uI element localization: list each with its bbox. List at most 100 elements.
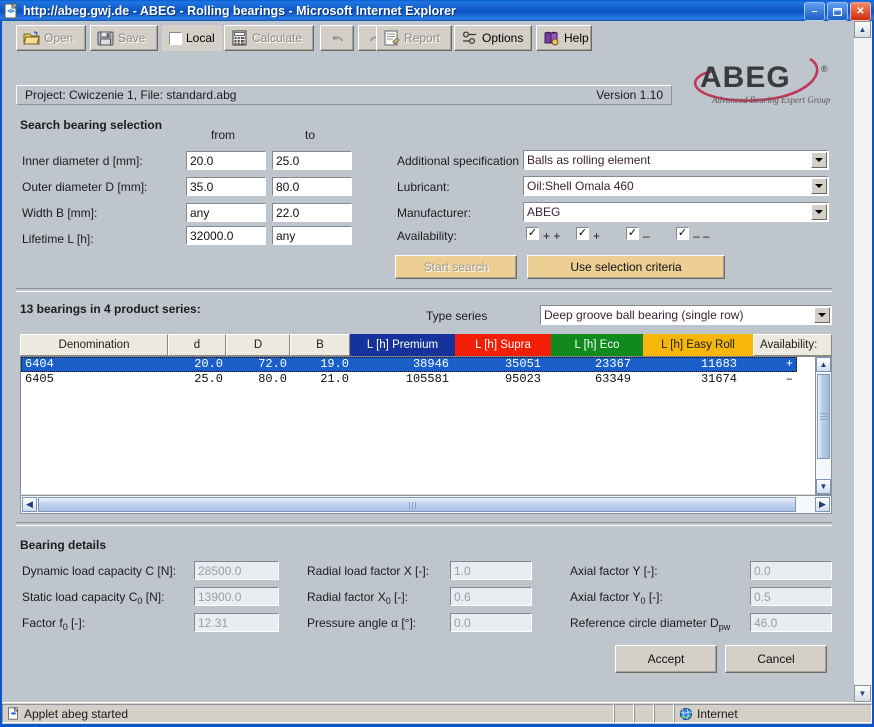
- availability-label-plus: +: [593, 229, 601, 243]
- axial-factor-y-field[interactable]: 0.0: [750, 561, 832, 580]
- results-count: 13 bearings in 4 product series:: [20, 302, 201, 316]
- ie-page-icon: [3, 2, 19, 19]
- title-bar[interactable]: http://abeg.gwj.de - ABEG - Rolling bear…: [0, 0, 874, 21]
- report-button[interactable]: Report: [376, 25, 452, 51]
- accept-button[interactable]: Accept: [615, 645, 717, 673]
- lubricant-select[interactable]: Oil:Shell Omala 460: [523, 176, 829, 196]
- col-d[interactable]: d: [168, 334, 226, 356]
- inner-diameter-label: Inner diameter d [mm]:: [22, 154, 143, 168]
- scroll-left-icon[interactable]: ◀: [22, 497, 37, 512]
- column-header-from: from: [211, 128, 235, 142]
- page-scroll-up-icon[interactable]: ▲: [854, 21, 871, 38]
- axial-factor-y0-field[interactable]: 0.5: [750, 587, 832, 606]
- reference-circle-diameter-field[interactable]: 46.0: [750, 613, 832, 632]
- chevron-down-icon[interactable]: [811, 152, 827, 168]
- pressure-angle-field[interactable]: 0.0: [450, 613, 532, 632]
- width-to-input[interactable]: 22.0: [272, 203, 352, 222]
- lifetime-to-input[interactable]: any: [272, 226, 352, 245]
- undo-button[interactable]: [320, 25, 354, 51]
- page-scrollbar[interactable]: ▲ ▼: [853, 21, 872, 702]
- availability-checkbox-minus[interactable]: ✓: [626, 227, 639, 240]
- manufacturer-select[interactable]: ABEG: [523, 202, 829, 222]
- outer-diameter-from-input[interactable]: 35.0: [186, 177, 266, 196]
- inner-diameter-from-input[interactable]: 20.0: [186, 151, 266, 170]
- report-icon: [383, 30, 400, 46]
- dynamic-load-capacity-field[interactable]: 28500.0: [194, 561, 279, 580]
- radial-load-factor-x-field[interactable]: 1.0: [450, 561, 532, 580]
- lifetime-label: Lifetime L [h]:: [22, 232, 94, 246]
- availability-checkbox-minusminus[interactable]: ✓: [676, 227, 689, 240]
- width-from-input[interactable]: any: [186, 203, 266, 222]
- project-bar: Project: Cwiczenie 1, File: standard.abg…: [16, 85, 672, 105]
- width-label: Width B [mm]:: [22, 206, 98, 220]
- ie-page-icon: [7, 707, 20, 720]
- options-button[interactable]: Options: [454, 25, 532, 51]
- grid-vertical-scrollbar[interactable]: ▲ ▼: [815, 356, 832, 495]
- abeg-logo: ABEG ® Advanced Bearing Expert Group: [690, 55, 840, 111]
- cell-supra: 95023: [504, 372, 541, 386]
- results-grid[interactable]: 6404 20.0 72.0 19.0 38946 35051 23367 11…: [20, 356, 832, 495]
- col-supra[interactable]: L [h] Supra: [455, 334, 551, 356]
- cell-D: 72.0: [258, 357, 287, 371]
- open-button[interactable]: Open: [16, 25, 86, 51]
- cell-D: 80.0: [258, 372, 287, 386]
- minimize-button[interactable]: –: [804, 2, 825, 21]
- chevron-down-icon[interactable]: [811, 204, 827, 220]
- chevron-down-icon[interactable]: [811, 178, 827, 194]
- start-search-button[interactable]: Start search: [395, 255, 517, 279]
- undo-icon: [329, 30, 346, 46]
- outer-diameter-label: Outer diameter D [mm]:: [22, 180, 148, 194]
- page-scroll-down-icon[interactable]: ▼: [854, 685, 871, 702]
- options-icon: [461, 30, 478, 46]
- vertical-scroll-thumb[interactable]: [817, 374, 830, 459]
- manufacturer-label: Manufacturer:: [397, 206, 472, 220]
- scroll-right-icon[interactable]: ▶: [815, 497, 830, 512]
- static-load-capacity-label: Static load capacity C0 [N]:: [22, 590, 165, 606]
- col-denomination[interactable]: Denomination: [20, 334, 168, 356]
- local-checkbox-label: Local: [186, 31, 215, 45]
- close-button[interactable]: ✕: [850, 2, 871, 21]
- availability-checkbox-plus[interactable]: ✓: [576, 227, 589, 240]
- col-B[interactable]: B: [290, 334, 350, 356]
- details-heading: Bearing details: [20, 538, 107, 552]
- col-D[interactable]: D: [226, 334, 290, 356]
- static-load-capacity-field[interactable]: 13900.0: [194, 587, 279, 606]
- reference-circle-diameter-label: Reference circle diameter Dpw: [570, 616, 731, 632]
- factor-f0-field[interactable]: 12.31: [194, 613, 279, 632]
- cell-d: 25.0: [194, 372, 223, 386]
- availability-checkbox-plusplus[interactable]: ✓: [526, 227, 539, 240]
- project-text: Project: Cwiczenie 1, File: standard.abg: [25, 88, 237, 102]
- browser-window: http://abeg.gwj.de - ABEG - Rolling bear…: [0, 0, 874, 727]
- additional-spec-select[interactable]: Balls as rolling element: [523, 150, 829, 170]
- col-eco[interactable]: L [h] Eco: [551, 334, 643, 356]
- inner-diameter-to-input[interactable]: 25.0: [272, 151, 352, 170]
- radial-factor-x0-field[interactable]: 0.6: [450, 587, 532, 606]
- cancel-button[interactable]: Cancel: [725, 645, 827, 673]
- col-easy-roll[interactable]: L [h] Easy Roll: [643, 334, 753, 356]
- security-zone-cell[interactable]: Internet: [674, 704, 872, 723]
- status-bar: Applet abeg started Internet: [2, 702, 872, 724]
- lifetime-from-input[interactable]: 32000.0: [186, 226, 266, 245]
- table-row[interactable]: 6405 25.0 80.0 21.0 105581 95023 63349 3…: [21, 372, 797, 387]
- chevron-down-icon[interactable]: [814, 307, 830, 323]
- lubricant-label: Lubricant:: [397, 180, 450, 194]
- col-premium[interactable]: L [h] Premium: [350, 334, 455, 356]
- calculate-button[interactable]: Calculate: [224, 25, 314, 51]
- help-button[interactable]: Help: [536, 25, 592, 51]
- use-selection-criteria-button[interactable]: Use selection criteria: [527, 255, 725, 279]
- scroll-down-icon[interactable]: ▼: [816, 479, 831, 494]
- help-book-icon: [543, 30, 560, 46]
- local-checkbox[interactable]: Local: [162, 25, 222, 51]
- results-table-header: Denomination d D B L [h] Premium L [h] S…: [20, 334, 832, 356]
- type-series-select[interactable]: Deep groove ball bearing (single row): [540, 305, 832, 325]
- horizontal-scroll-thumb[interactable]: [38, 497, 796, 512]
- scroll-up-icon[interactable]: ▲: [816, 357, 831, 372]
- grid-horizontal-scrollbar[interactable]: ◀ ▶: [20, 495, 832, 514]
- radial-load-factor-x-label: Radial load factor X [-]:: [307, 564, 430, 578]
- table-row[interactable]: 6404 20.0 72.0 19.0 38946 35051 23367 11…: [21, 357, 797, 372]
- outer-diameter-to-input[interactable]: 80.0: [272, 177, 352, 196]
- maximize-button[interactable]: [827, 2, 848, 21]
- save-button[interactable]: Save: [90, 25, 158, 51]
- open-button-label: Open: [44, 31, 74, 45]
- col-availability[interactable]: Availability:: [753, 334, 832, 356]
